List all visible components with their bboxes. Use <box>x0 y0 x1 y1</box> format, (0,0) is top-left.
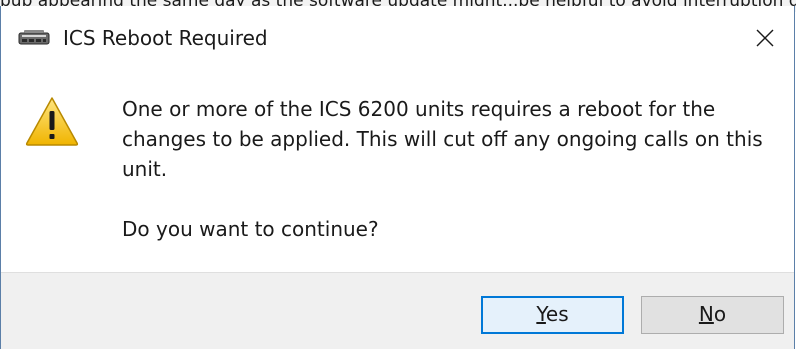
dialog-title: ICS Reboot Required <box>63 26 268 50</box>
warning-icon <box>25 97 79 146</box>
button-bar: Yes No <box>1 272 794 349</box>
message-text: One or more of the ICS 6200 units requir… <box>122 94 772 244</box>
no-button[interactable]: No <box>641 296 784 334</box>
no-label-rest: o <box>713 302 727 326</box>
no-mnemonic: N <box>698 302 714 326</box>
dialog-content: One or more of the ICS 6200 units requir… <box>1 70 794 272</box>
reboot-dialog: ICS Reboot Required One or more of the I… <box>0 6 795 349</box>
close-icon <box>756 29 774 47</box>
message-question: Do you want to continue? <box>122 217 379 241</box>
close-button[interactable] <box>738 6 794 70</box>
yes-label-rest: es <box>545 302 569 326</box>
ics-device-icon <box>18 30 50 45</box>
message-body: One or more of the ICS 6200 units requir… <box>122 97 763 181</box>
yes-button[interactable]: Yes <box>481 296 624 334</box>
title-bar[interactable]: ICS Reboot Required <box>1 6 794 70</box>
yes-mnemonic: Y <box>536 302 546 326</box>
